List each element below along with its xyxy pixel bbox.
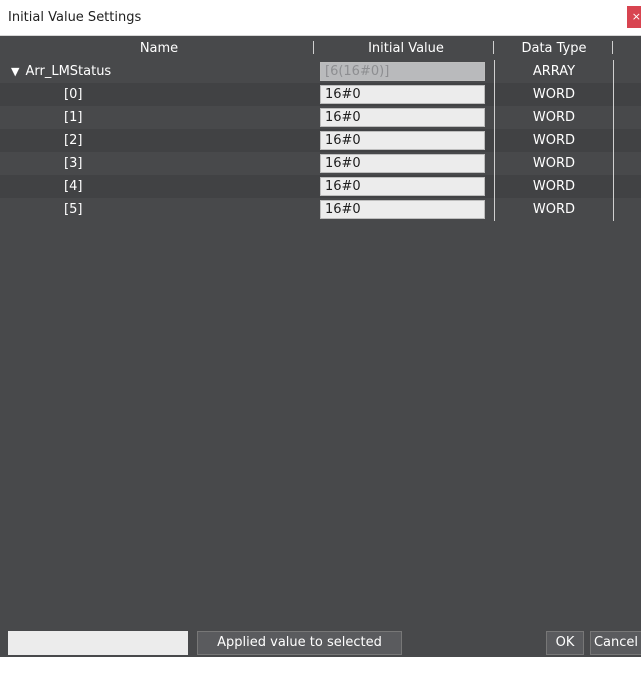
settings-table: Name Initial Value Data Type ▼ Arr_LMStat… [0, 36, 641, 628]
ok-button[interactable]: OK [546, 631, 584, 655]
expand-triangle-icon[interactable]: ▼ [11, 65, 19, 78]
apply-value-input[interactable] [8, 631, 188, 655]
table-header: Name Initial Value Data Type [0, 36, 641, 60]
table-row-element-2[interactable]: [2] 16#0 WORD [0, 129, 641, 152]
initial-value-field[interactable]: 16#0 [320, 200, 485, 219]
table-row-element-1[interactable]: [1] 16#0 WORD [0, 106, 641, 129]
initial-value-field[interactable]: 16#0 [320, 131, 485, 150]
dialog-footer: Applied value to selected items OK Cance… [0, 628, 641, 672]
data-type-cell: WORD [532, 133, 576, 148]
row-name: [0] [64, 87, 83, 102]
table-row-element-4[interactable]: [4] 16#0 WORD [0, 175, 641, 198]
cancel-button[interactable]: Cancel [590, 631, 641, 655]
data-type-cell: WORD [532, 156, 576, 171]
cell-divider [613, 175, 614, 198]
initial-value-field[interactable]: 16#0 [320, 177, 485, 196]
table-row-element-0[interactable]: [0] 16#0 WORD [0, 83, 641, 106]
data-type-cell: WORD [532, 202, 576, 217]
window-title: Initial Value Settings [8, 10, 142, 25]
row-name: [1] [64, 110, 83, 125]
cell-divider [613, 152, 614, 175]
data-type-cell: WORD [532, 87, 576, 102]
row-name: [3] [64, 156, 83, 171]
title-bar: Initial Value Settings × [0, 0, 641, 36]
close-button[interactable]: × [627, 6, 641, 28]
column-divider[interactable] [612, 41, 613, 54]
row-name: [2] [64, 133, 83, 148]
row-name: [4] [64, 179, 83, 194]
table-body: ▼ Arr_LMStatus [6(16#0)] ARRAY [0] 16#0 W… [0, 60, 641, 221]
column-header-data-type[interactable]: Data Type [495, 41, 613, 56]
data-type-cell: ARRAY [532, 64, 576, 79]
table-row-element-3[interactable]: [3] 16#0 WORD [0, 152, 641, 175]
column-header-name[interactable]: Name [0, 41, 318, 56]
table-row-element-5[interactable]: [5] 16#0 WORD [0, 198, 641, 221]
cell-divider [613, 60, 614, 83]
data-type-cell: WORD [532, 110, 576, 125]
apply-to-selected-button[interactable]: Applied value to selected items [197, 631, 402, 672]
table-row-arr-lmstatus[interactable]: ▼ Arr_LMStatus [6(16#0)] ARRAY [0, 60, 641, 83]
row-name: ▼ Arr_LMStatus [11, 64, 112, 79]
cell-divider [613, 106, 614, 129]
initial-value-field[interactable]: 16#0 [320, 85, 485, 104]
column-divider[interactable] [493, 41, 494, 54]
initial-value-field[interactable]: 16#0 [320, 154, 485, 173]
row-name: [5] [64, 202, 83, 217]
cell-divider [613, 129, 614, 152]
cell-divider [613, 198, 614, 221]
initial-value-field: [6(16#0)] [320, 62, 485, 81]
column-header-initial-value[interactable]: Initial Value [320, 41, 492, 56]
data-type-cell: WORD [532, 179, 576, 194]
initial-value-field[interactable]: 16#0 [320, 108, 485, 127]
cell-divider [613, 83, 614, 106]
column-divider[interactable] [313, 41, 314, 54]
